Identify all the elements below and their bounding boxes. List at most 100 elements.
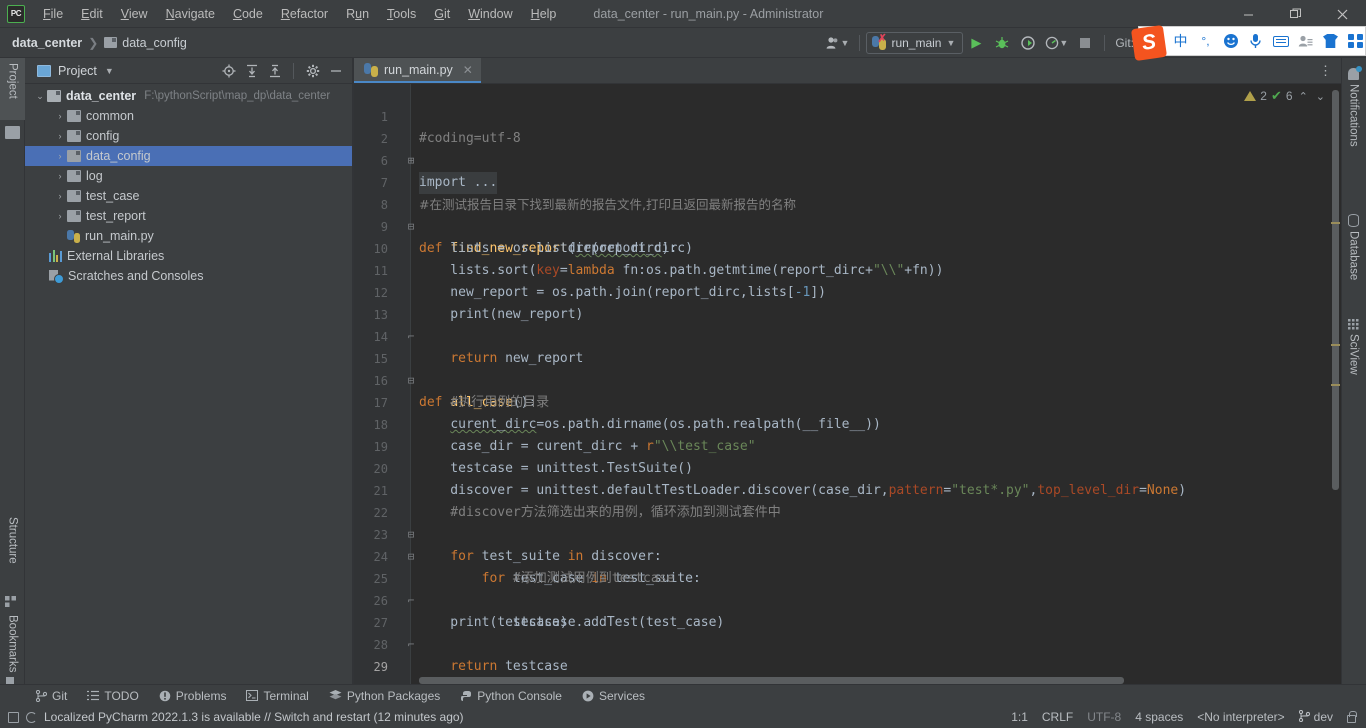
bottom-tab-terminal[interactable]: Terminal (236, 685, 318, 707)
folder-icon (67, 150, 81, 162)
close-button[interactable] (1319, 0, 1366, 28)
menu-view[interactable]: View (112, 0, 157, 28)
emoji-icon[interactable] (1219, 29, 1242, 53)
tree-row-run-main-py[interactable]: run_main.py (25, 226, 352, 246)
sidebar-item-project[interactable]: Project (0, 58, 25, 120)
user-icon[interactable] (1294, 29, 1317, 53)
breadcrumb-item-project[interactable]: data_center (12, 36, 82, 50)
event-log-icon[interactable] (8, 711, 19, 723)
tree-row-data-config[interactable]: › data_config (25, 146, 352, 166)
debug-button[interactable] (990, 31, 1014, 55)
sidebar-item-database[interactable]: Database (1341, 208, 1366, 300)
tree-row-data-center[interactable]: ⌄ data_center F:\pythonScript\map_dp\dat… (25, 86, 352, 106)
tree-row-external-libraries[interactable]: External Libraries (25, 246, 352, 266)
sidebar-item-bookmarks[interactable]: Bookmarks (0, 610, 25, 682)
tree-row-common[interactable]: › common (25, 106, 352, 126)
menu-help[interactable]: Help (522, 0, 566, 28)
title-bar: PC File Edit View Navigate Code Refactor… (0, 0, 1366, 28)
warning-count: 2 (1260, 89, 1267, 103)
chevron-right-icon[interactable]: › (53, 191, 67, 201)
indent-setting[interactable]: 4 spaces (1135, 710, 1183, 724)
menu-file[interactable]: File (34, 0, 72, 28)
bottom-tab-services-label: Services (598, 688, 645, 703)
chevron-down-icon[interactable]: ▼ (105, 66, 114, 76)
packages-icon (329, 690, 342, 701)
chevron-right-icon[interactable]: › (53, 131, 67, 141)
status-message[interactable]: Localized PyCharm 2022.1.3 is available … (44, 710, 464, 724)
account-icon[interactable]: ▼ (823, 31, 853, 55)
code-line-24: 24 #添加测试用例到testcase (354, 524, 1341, 586)
toolbox-icon[interactable] (1344, 29, 1366, 53)
code-line-25: 25 ⌐ testcase.addTest(test_case) (354, 546, 1341, 630)
menu-tools[interactable]: Tools (378, 0, 425, 28)
chevron-right-icon[interactable]: › (53, 171, 67, 181)
bottom-tab-git-label: Git (52, 688, 68, 703)
gear-icon[interactable] (302, 60, 323, 81)
inspection-widget[interactable]: 2 ✔ 6 ⌃ ⌄ (1244, 88, 1327, 104)
sidebar-item-structure[interactable]: Structure (0, 512, 25, 586)
sidebar-item-sciview[interactable]: SciView (1341, 313, 1366, 393)
interpreter-selector[interactable]: <No interpreter> (1197, 710, 1284, 724)
git-branch-widget[interactable]: dev (1298, 709, 1333, 725)
horizontal-scrollbar[interactable] (419, 677, 1124, 684)
chevron-down-icon[interactable]: ⌄ (33, 91, 47, 102)
more-options-icon[interactable]: ⋮ (1319, 64, 1333, 77)
breadcrumb-item-data-config[interactable]: data_config (122, 36, 187, 50)
menu-code[interactable]: Code (224, 0, 272, 28)
run-button[interactable]: ▶ (964, 31, 988, 55)
run-configuration-selector[interactable]: ✗ run_main ▼ (866, 32, 964, 54)
chevron-right-icon[interactable]: › (53, 151, 67, 161)
sogou-logo-icon[interactable]: S (1130, 24, 1168, 62)
chevron-up-icon[interactable]: ⌃ (1297, 90, 1310, 103)
soft-keyboard-icon[interactable] (1269, 29, 1292, 53)
tree-row-test-case[interactable]: › test_case (25, 186, 352, 206)
sogou-ime-toolbar[interactable]: S 中 °, (1130, 24, 1366, 62)
menu-refactor[interactable]: Refactor (272, 0, 337, 28)
bottom-tab-python-console[interactable]: Python Console (450, 685, 572, 707)
menu-run[interactable]: Run (337, 0, 378, 28)
punctuation-icon[interactable]: °, (1194, 29, 1217, 53)
voice-input-icon[interactable] (1244, 29, 1267, 53)
bottom-tab-python-packages[interactable]: Python Packages (319, 685, 450, 707)
maximize-button[interactable] (1272, 0, 1319, 28)
menu-window[interactable]: Window (459, 0, 521, 28)
editor-tab-run-main-py[interactable]: run_main.py ✕ (354, 58, 481, 83)
bottom-tab-todo[interactable]: TODO (77, 685, 148, 707)
sidebar-item-notifications[interactable]: Notifications (1341, 62, 1366, 170)
tree-row-config[interactable]: › config (25, 126, 352, 146)
tree-row-log[interactable]: › log (25, 166, 352, 186)
chinese-mode-icon[interactable]: 中 (1169, 29, 1192, 53)
line-separator[interactable]: CRLF (1042, 710, 1073, 724)
vertical-scrollbar[interactable] (1332, 90, 1339, 490)
hide-panel-icon[interactable] (325, 60, 346, 81)
tree-row-scratches-and-consoles[interactable]: Scratches and Consoles (25, 266, 352, 286)
file-encoding[interactable]: UTF-8 (1087, 710, 1121, 724)
collapse-all-icon[interactable] (264, 60, 285, 81)
git-branch-icon (36, 689, 47, 702)
menu-git[interactable]: Git (425, 0, 459, 28)
editor-tab-options[interactable]: ⋮ (1319, 58, 1341, 83)
select-opened-file-icon[interactable] (218, 60, 239, 81)
lock-icon[interactable] (1347, 710, 1357, 723)
bottom-tab-git[interactable]: Git (26, 685, 77, 707)
bottom-tab-problems[interactable]: Problems (149, 685, 237, 707)
chevron-right-icon[interactable]: › (53, 111, 67, 121)
code-editor[interactable]: 2 ✔ 6 ⌃ ⌄ 1 #coding=utf-8 2 ⊞ import ... (354, 84, 1341, 686)
expand-all-icon[interactable] (241, 60, 262, 81)
tree-row-test-report[interactable]: › test_report (25, 206, 352, 226)
stop-button[interactable] (1073, 31, 1097, 55)
chevron-down-icon[interactable]: ⌄ (1314, 90, 1327, 103)
skin-icon[interactable] (1319, 29, 1342, 53)
close-icon[interactable]: ✕ (463, 63, 473, 77)
profile-button[interactable]: ▼ (1042, 31, 1071, 55)
chevron-right-icon[interactable]: › (53, 211, 67, 221)
ime-icon-group: 中 °, (1169, 29, 1366, 53)
line-number: 29 (373, 660, 388, 674)
menu-navigate[interactable]: Navigate (157, 0, 224, 28)
warning-icon (1244, 91, 1257, 101)
bottom-tab-services[interactable]: Services (572, 685, 655, 707)
run-with-coverage-button[interactable] (1016, 31, 1040, 55)
menu-edit[interactable]: Edit (72, 0, 112, 28)
caret-position[interactable]: 1:1 (1011, 710, 1028, 724)
minimize-button[interactable] (1225, 0, 1272, 28)
